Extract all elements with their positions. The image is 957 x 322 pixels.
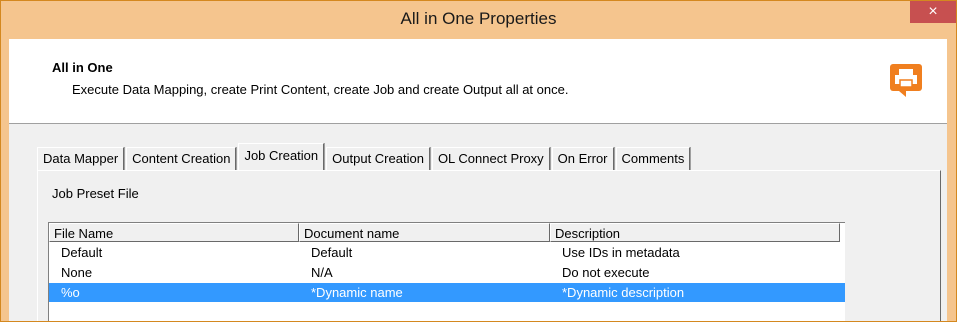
tab-output-creation[interactable]: Output Creation [326, 147, 430, 170]
title-bar[interactable]: All in One Properties × [1, 1, 956, 39]
close-button[interactable]: × [910, 1, 956, 23]
job-creation-panel: Job Preset File File Name Document name … [37, 170, 941, 321]
cell-description: *Dynamic description [562, 285, 685, 300]
printer-icon [890, 64, 922, 97]
cell-file-name: None [61, 265, 93, 280]
window-title: All in One Properties [400, 9, 557, 28]
column-header-document-name[interactable]: Document name [299, 223, 550, 242]
list-header: File Name Document name Description [49, 223, 845, 243]
tab-content-creation[interactable]: Content Creation [126, 147, 237, 170]
tab-job-creation[interactable]: Job Creation [238, 143, 325, 170]
cell-document-name: N/A [311, 265, 333, 280]
tab-strip: Data Mapper Content Creation Job Creatio… [37, 143, 692, 170]
header-title: All in One [52, 60, 113, 75]
cell-file-name: Default [61, 245, 103, 260]
cell-document-name: *Dynamic name [311, 285, 403, 300]
cell-document-name: Default [311, 245, 353, 260]
tab-data-mapper[interactable]: Data Mapper [37, 147, 125, 170]
table-row[interactable]: %o *Dynamic name *Dynamic description [49, 283, 845, 302]
tab-comments[interactable]: Comments [615, 147, 691, 170]
column-header-description[interactable]: Description [550, 223, 840, 242]
dialog-body: Data Mapper Content Creation Job Creatio… [9, 124, 947, 321]
window-frame-right [947, 39, 956, 321]
header-panel: All in One Execute Data Mapping, create … [9, 39, 947, 124]
cell-description: Do not execute [562, 265, 650, 280]
table-row[interactable]: None N/A Do not execute [49, 263, 845, 282]
tab-ol-connect-proxy[interactable]: OL Connect Proxy [431, 147, 550, 170]
header-description: Execute Data Mapping, create Print Conte… [72, 82, 569, 97]
job-preset-list[interactable]: File Name Document name Description Defa… [48, 222, 845, 321]
column-header-file-name[interactable]: File Name [49, 223, 299, 242]
cell-file-name: %o [61, 285, 80, 300]
job-preset-file-label: Job Preset File [52, 186, 139, 201]
window-frame-left [1, 39, 9, 321]
cell-description: Use IDs in metadata [562, 245, 680, 260]
tab-on-error[interactable]: On Error [551, 147, 614, 170]
properties-dialog: All in One Properties × All in One Execu… [0, 0, 957, 322]
table-row[interactable]: Default Default Use IDs in metadata [49, 243, 845, 262]
